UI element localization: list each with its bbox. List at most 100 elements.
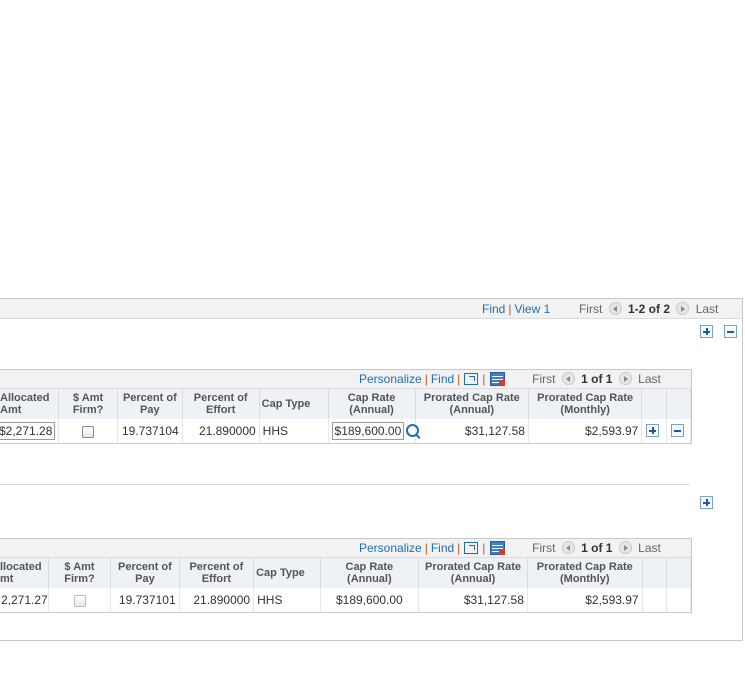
table-row: 2,271.27 19.737101 21.890000 HHS $189,60…: [0, 588, 692, 612]
delete-row-icon[interactable]: [670, 424, 684, 437]
prorated-annual-cell: $31,127.58: [415, 419, 529, 443]
header-blank-1: [642, 558, 667, 588]
amt-firm-checkbox: [73, 594, 86, 607]
header-pannual-line2: (Annual): [449, 404, 495, 416]
previous-arrow-icon[interactable]: [561, 541, 575, 554]
header-effort-line2: Effort: [201, 573, 232, 585]
header-pay-line1: Percent of: [118, 561, 172, 573]
percent-effort-cell: 21.890000: [182, 419, 260, 443]
header-blank-2: [666, 389, 692, 419]
cap-grid-2: Personalize | Find | | First 1 of 1 Last llo…: [0, 538, 692, 613]
grid-2-nav: Personalize | Find | | First 1 of 1 Last: [359, 541, 661, 555]
header-pay-line2: Pay: [140, 404, 160, 416]
personalize-link[interactable]: Personalize: [359, 541, 422, 555]
header-effort-line1: Percent of: [189, 561, 244, 573]
header-pmonthly-line1: Prorated Cap Rate: [536, 561, 633, 573]
header-percent-of-pay: Percent of Pay: [110, 558, 180, 588]
grid-1-row-count: 1 of 1: [581, 372, 613, 386]
add-row-icon[interactable]: [646, 424, 660, 437]
header-firm-line2: Firm?: [72, 404, 104, 416]
outer-row-count: 1-2 of 2: [627, 302, 670, 316]
header-allocated-amt: Allocated Amt: [0, 389, 60, 419]
find-link[interactable]: Find: [431, 541, 454, 555]
header-cap-rate: Cap Rate (Annual): [328, 389, 416, 419]
grid-2-header-row: llocated mt $ Amt Firm? Percent of Pay Perc…: [0, 558, 692, 588]
header-percent-of-effort: Percent of Effort: [179, 558, 255, 588]
cap-rate-input[interactable]: $189,600.00: [331, 422, 405, 440]
header-effort-line1: Percent of: [193, 392, 248, 404]
view-all-icon[interactable]: [464, 373, 479, 385]
grid-1-nav-bar: Personalize | Find | | First 1 of 1 Last: [0, 370, 691, 389]
cap-grid-1: Personalize | Find | | First 1 of 1 Last All…: [0, 369, 692, 444]
prorated-monthly-cell: $2,593.97: [528, 419, 643, 443]
header-caprate-line2: (Annual): [347, 573, 392, 585]
allocated-amt-input[interactable]: $2,271.28: [0, 422, 56, 440]
next-arrow-icon[interactable]: [618, 372, 632, 385]
view-all-icon[interactable]: [464, 542, 479, 554]
header-pannual-line1: Prorated Cap Rate: [423, 392, 520, 404]
outer-view-link[interactable]: View 1: [514, 302, 550, 316]
amt-firm-checkbox[interactable]: [82, 425, 95, 438]
outer-first-label: First: [578, 302, 603, 316]
header-cap-type: Cap Type: [253, 558, 321, 588]
percent-effort-cell: 21.890000: [179, 588, 255, 612]
previous-arrow-icon[interactable]: [608, 302, 622, 315]
cap-type-cell: HHS: [253, 588, 321, 612]
header-pannual-line1: Prorated Cap Rate: [425, 561, 522, 573]
header-caprate-line2: (Annual): [349, 404, 394, 416]
header-prorated-monthly: Prorated Cap Rate (Monthly): [528, 389, 643, 419]
header-allocated-amt: llocated mt: [0, 558, 49, 588]
next-arrow-icon[interactable]: [676, 302, 690, 315]
download-excel-icon[interactable]: [490, 372, 506, 386]
grid-2-row-count: 1 of 1: [581, 541, 613, 555]
outer-nav-bar: Find | View 1 First 1-2 of 2 Last: [0, 299, 742, 319]
header-pay-line2: Pay: [135, 573, 155, 585]
header-amt-firm: $ Amt Firm?: [48, 558, 112, 588]
amt-firm-cell: [58, 419, 118, 443]
header-cap-rate: Cap Rate (Annual): [320, 558, 420, 588]
cap-type-cell: HHS: [259, 419, 329, 443]
blank-cell: [642, 588, 667, 612]
header2-alloc-line2: mt: [0, 573, 14, 585]
percent-pay-cell: 19.737101: [110, 588, 180, 612]
header-amt-firm: $ Amt Firm?: [58, 389, 118, 419]
header-blank-2: [666, 558, 692, 588]
add-row-icon[interactable]: [700, 325, 713, 338]
allocated-amt-cell: $2,271.28: [0, 419, 60, 443]
prorated-annual-cell: $31,127.58: [418, 588, 528, 612]
outer-last-label: Last: [695, 302, 719, 316]
grid-2-table: llocated mt $ Amt Firm? Percent of Pay Perc…: [0, 558, 692, 612]
header-pmonthly-line2: (Monthly): [560, 404, 610, 416]
header-caprate-line1: Cap Rate: [347, 392, 396, 404]
grid-1-last-label: Last: [638, 372, 661, 386]
header-prorated-annual: Prorated Cap Rate (Annual): [415, 389, 529, 419]
download-excel-icon[interactable]: [490, 541, 506, 555]
header-alloc-line2: Amt: [0, 404, 22, 416]
table-row: $2,271.28 19.737104 21.890000 HHS $189,6…: [0, 419, 692, 443]
delete-row-icon[interactable]: [724, 325, 737, 338]
section-divider: [0, 484, 690, 485]
previous-arrow-icon[interactable]: [561, 372, 575, 385]
header-firm-line2: Firm?: [64, 573, 95, 585]
amt-firm-cell: [48, 588, 112, 612]
cap-rate-cell: $189,600.00: [328, 419, 420, 443]
header-effort-line2: Effort: [206, 404, 236, 416]
header-blank-1: [641, 389, 667, 419]
header-percent-of-pay: Percent of Pay: [117, 389, 183, 419]
delete-cell: [666, 419, 692, 443]
search-icon[interactable]: [406, 424, 420, 437]
header-cap-type: Cap Type: [259, 389, 329, 419]
grid-2-nav-bar: Personalize | Find | | First 1 of 1 Last: [0, 539, 691, 558]
grid-2-first-label: First: [532, 541, 556, 555]
grid-2-last-label: Last: [638, 541, 661, 555]
outer-find-link[interactable]: Find: [482, 302, 505, 316]
prorated-monthly-cell: $2,593.97: [527, 588, 643, 612]
add-cell: [641, 419, 667, 443]
grid-1-first-label: First: [532, 372, 556, 386]
next-arrow-icon[interactable]: [618, 541, 632, 554]
find-link[interactable]: Find: [431, 372, 454, 386]
add-row-icon[interactable]: [700, 496, 713, 509]
blank-cell: [666, 588, 692, 612]
header-prorated-annual: Prorated Cap Rate (Annual): [418, 558, 528, 588]
personalize-link[interactable]: Personalize: [359, 372, 422, 386]
